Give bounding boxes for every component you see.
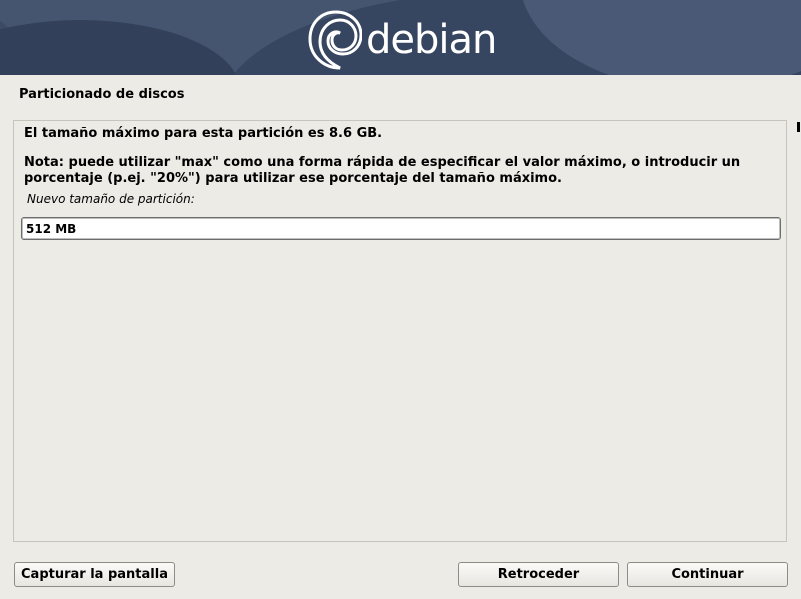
debian-logo: debian [306, 6, 497, 72]
partition-size-input[interactable] [21, 217, 781, 240]
screenshot-button[interactable]: Capturar la pantalla [14, 562, 175, 587]
content-panel: El tamaño máximo para esta partición es … [13, 120, 787, 542]
header-banner: debian [0, 0, 801, 75]
edge-marker [797, 122, 800, 132]
page-title: Particionado de discos [19, 87, 185, 102]
partition-size-label: Nuevo tamaño de partición: [27, 192, 195, 206]
continue-button[interactable]: Continuar [627, 562, 788, 587]
note-text: Nota: puede utilizar "max" como una form… [24, 155, 741, 186]
back-button[interactable]: Retroceder [458, 562, 619, 587]
max-size-text: El tamaño máximo para esta partición es … [24, 126, 383, 141]
debian-swirl-icon [308, 10, 362, 70]
logo-text: debian [366, 17, 497, 63]
